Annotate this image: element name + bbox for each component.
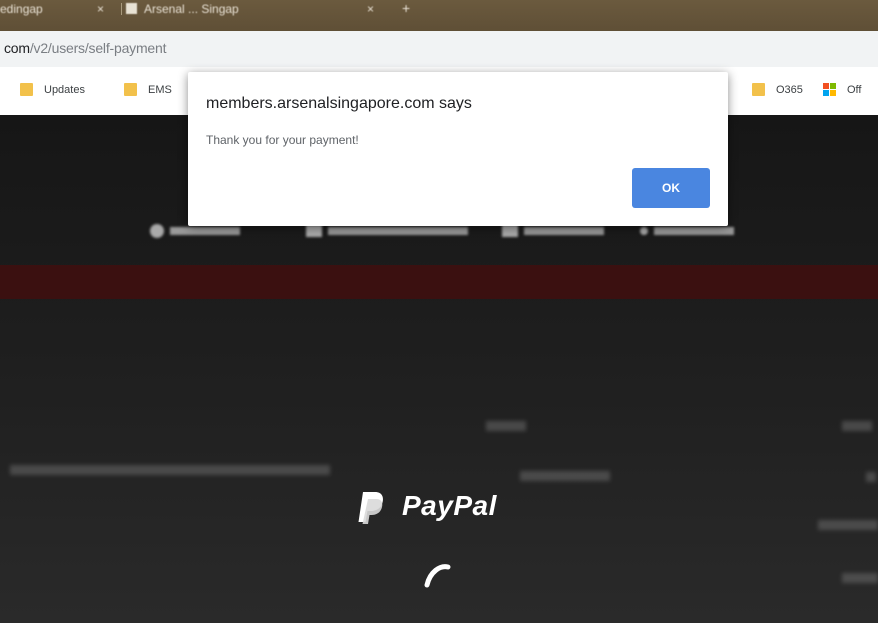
paypal-wordmark: PayPal [402,490,497,521]
tab-title: edingap [0,2,43,16]
bookmark-label: Updates [44,84,85,96]
bookmark-label: O365 [776,84,803,96]
dialog-message: Thank you for your payment! [206,133,359,147]
browser-tab[interactable]: edingap × [0,0,118,22]
bookmark-label: EMS [148,84,172,96]
url-path: /v2/users/self-payment [29,40,167,56]
favicon-icon [126,3,137,14]
alert-dialog: members.arsenalsingapore.com says Thank … [188,72,728,226]
folder-icon [752,83,765,96]
loading-spinner-icon [424,564,451,588]
tab-close-icon[interactable]: × [367,0,374,18]
bookmark-label: Off [847,84,862,96]
tab-title: Arsenal ... Singap [144,2,239,16]
url-text[interactable]: com/v2/users/self-payment [4,40,166,56]
browser-tab-strip: edingap × Arsenal ... Singap × + [0,0,878,31]
url-host: com [4,40,30,56]
folder-icon [124,83,137,96]
bookmark-ems[interactable]: EMS [124,81,184,99]
folder-icon [20,83,33,96]
ok-button[interactable]: OK [632,168,710,208]
paypal-mark-icon [358,492,383,524]
microsoft-logo-icon [823,83,836,96]
bookmark-office[interactable]: Off [823,81,878,99]
address-bar[interactable]: com/v2/users/self-payment [0,31,878,67]
tab-divider [121,3,122,15]
tab-close-icon[interactable]: × [97,0,104,18]
new-tab-icon[interactable]: + [402,0,410,16]
dialog-title: members.arsenalsingapore.com says [206,95,472,112]
browser-tab-active[interactable]: Arsenal ... Singap × [126,0,388,22]
bookmark-updates[interactable]: Updates [20,81,110,99]
bookmark-o365[interactable]: O365 [752,81,812,99]
